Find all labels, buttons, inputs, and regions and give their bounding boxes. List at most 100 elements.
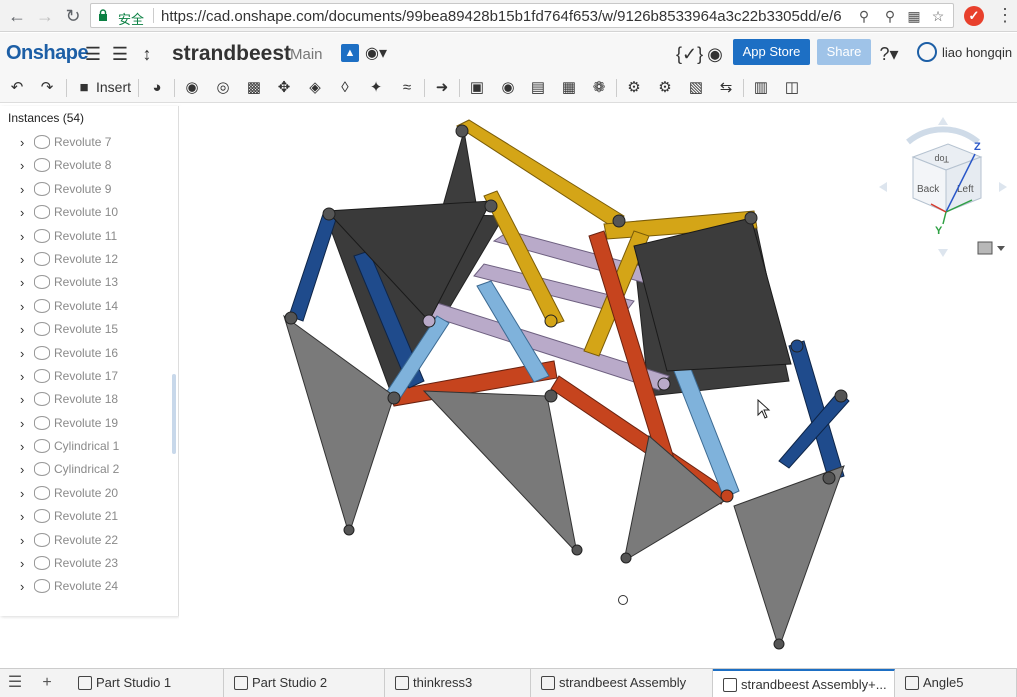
- joint-pin[interactable]: [544, 314, 558, 328]
- list-item[interactable]: › Revolute 23: [0, 553, 170, 576]
- chevron-right-icon[interactable]: ›: [20, 369, 24, 384]
- joint-pin[interactable]: [790, 339, 804, 353]
- tab-part-studio-1[interactable]: Part Studio 1: [68, 669, 224, 697]
- joint-pin[interactable]: [455, 124, 469, 138]
- add-element-icon[interactable]: +: [38, 674, 56, 692]
- chevron-right-icon[interactable]: ›: [20, 252, 24, 267]
- key-icon[interactable]: ⚲: [881, 7, 899, 25]
- list-item[interactable]: › Revolute 13: [0, 272, 170, 295]
- chevron-right-icon[interactable]: ›: [20, 416, 24, 431]
- insert-button[interactable]: Insert: [96, 79, 131, 95]
- list-item[interactable]: › Revolute 19: [0, 413, 170, 436]
- linear-icon[interactable]: ⇆: [715, 78, 737, 98]
- cylindrical-mate-icon[interactable]: ◈: [304, 78, 326, 98]
- graphics-viewport[interactable]: Top Back Left Z Y: [179, 106, 1017, 668]
- chevron-right-icon[interactable]: ›: [20, 205, 24, 220]
- tab-list-icon[interactable]: ☰: [6, 674, 24, 692]
- zoom-icon[interactable]: ⚲: [855, 7, 873, 25]
- measure-icon[interactable]: ◫: [781, 78, 803, 98]
- list-item[interactable]: › Revolute 12: [0, 249, 170, 272]
- list-item[interactable]: › Revolute 7: [0, 132, 170, 155]
- side-link[interactable]: [288, 210, 338, 322]
- joint-pin[interactable]: [612, 214, 626, 228]
- chevron-right-icon[interactable]: ›: [20, 275, 24, 290]
- chevron-down-icon[interactable]: [997, 246, 1005, 251]
- joint-pin[interactable]: [544, 389, 558, 403]
- insert-icon[interactable]: ■: [73, 78, 95, 98]
- list-item[interactable]: › Revolute 10: [0, 202, 170, 225]
- education-icon[interactable]: ▲: [341, 44, 359, 62]
- reload-icon[interactable]: ↻: [62, 5, 84, 27]
- chevron-right-icon[interactable]: ›: [20, 135, 24, 150]
- view-cube[interactable]: Top Back Left Z Y: [873, 112, 1013, 262]
- translate-icon[interactable]: ▦: [905, 7, 923, 25]
- rotate-icon[interactable]: ◕: [146, 78, 168, 98]
- chevron-right-icon[interactable]: ›: [20, 182, 24, 197]
- joint-pin[interactable]: [387, 391, 401, 405]
- list-item[interactable]: › Revolute 17: [0, 366, 170, 389]
- chevron-right-icon[interactable]: ›: [20, 556, 24, 571]
- document-title[interactable]: strandbeest: [172, 42, 291, 66]
- list-item[interactable]: › Revolute 16: [0, 343, 170, 366]
- list-item[interactable]: › Revolute 9: [0, 179, 170, 202]
- chevron-right-icon[interactable]: ›: [20, 579, 24, 594]
- list-item[interactable]: › Revolute 18: [0, 389, 170, 412]
- foot-plate[interactable]: [733, 465, 845, 650]
- cube-menu-icon[interactable]: [977, 241, 993, 255]
- foot-plate[interactable]: [422, 390, 578, 555]
- hamburger-menu-icon[interactable]: ☰: [82, 43, 104, 65]
- url-text[interactable]: https://cad.onshape.com/documents/99bea8…: [161, 8, 851, 25]
- chevron-right-icon[interactable]: ›: [20, 229, 24, 244]
- onshape-logo[interactable]: Onshape: [6, 42, 89, 65]
- explode-view-icon[interactable]: ▥: [750, 78, 772, 98]
- list-item[interactable]: › Revolute 24: [0, 576, 170, 599]
- ball-mate-icon[interactable]: ✦: [365, 78, 387, 98]
- list-item[interactable]: › Revolute 8: [0, 155, 170, 178]
- feature-list-icon[interactable]: ☰: [109, 43, 131, 65]
- redo-icon[interactable]: ↷: [36, 78, 58, 98]
- versions-icon[interactable]: {✓}: [676, 43, 703, 65]
- joint-pin[interactable]: [720, 489, 734, 503]
- list-item[interactable]: › Revolute 11: [0, 226, 170, 249]
- joint-pin[interactable]: [773, 638, 785, 650]
- joint-pin[interactable]: [422, 314, 436, 328]
- group-icon[interactable]: ▣: [466, 78, 488, 98]
- avatar[interactable]: [917, 42, 937, 62]
- list-item[interactable]: › Revolute 14: [0, 296, 170, 319]
- browser-menu-icon[interactable]: ⋮: [996, 5, 1014, 25]
- chevron-right-icon[interactable]: ›: [20, 322, 24, 337]
- chevron-right-icon[interactable]: ›: [20, 392, 24, 407]
- relation-icon[interactable]: ▤: [527, 78, 549, 98]
- list-item[interactable]: › Revolute 21: [0, 506, 170, 529]
- extension-check-icon[interactable]: ✓: [964, 6, 984, 26]
- tab-angle5[interactable]: Angle5: [895, 669, 1017, 697]
- arrow-up-icon[interactable]: [938, 117, 948, 125]
- chevron-right-icon[interactable]: ›: [20, 299, 24, 314]
- rack-pinion-icon[interactable]: ⚙: [654, 78, 676, 98]
- tab-strandbeest-assembly-plus[interactable]: strandbeest Assembly+...: [713, 669, 895, 697]
- list-item[interactable]: › Revolute 15: [0, 319, 170, 342]
- mate-connector-icon[interactable]: ◉: [497, 78, 519, 98]
- chevron-right-icon[interactable]: ›: [20, 462, 24, 477]
- joint-pin[interactable]: [834, 389, 848, 403]
- arrow-left-icon[interactable]: [879, 182, 887, 192]
- arrow-down-icon[interactable]: [938, 249, 948, 257]
- tab-thinkress3[interactable]: thinkress3: [385, 669, 531, 697]
- sidebar-scrollbar[interactable]: [172, 374, 176, 454]
- joint-pin[interactable]: [322, 207, 336, 221]
- parallel-mate-icon[interactable]: ≈: [396, 78, 418, 98]
- mates-icon[interactable]: ↕: [136, 43, 158, 65]
- planar-mate-icon[interactable]: ✥: [273, 78, 295, 98]
- gear-icon[interactable]: ⚙: [623, 78, 645, 98]
- tangent-mate-icon[interactable]: ➜: [431, 78, 453, 98]
- chevron-right-icon[interactable]: ›: [20, 158, 24, 173]
- forward-arrow-icon[interactable]: →: [34, 5, 56, 27]
- joint-pin[interactable]: [657, 377, 671, 391]
- joint-pin[interactable]: [284, 311, 298, 325]
- joint-pin[interactable]: [571, 544, 583, 556]
- chevron-right-icon[interactable]: ›: [20, 533, 24, 548]
- chevron-right-icon[interactable]: ›: [20, 509, 24, 524]
- undo-icon[interactable]: ↶: [6, 78, 28, 98]
- tab-strandbeest-assembly[interactable]: strandbeest Assembly: [531, 669, 713, 697]
- rotate-arrow-icon[interactable]: [906, 126, 980, 145]
